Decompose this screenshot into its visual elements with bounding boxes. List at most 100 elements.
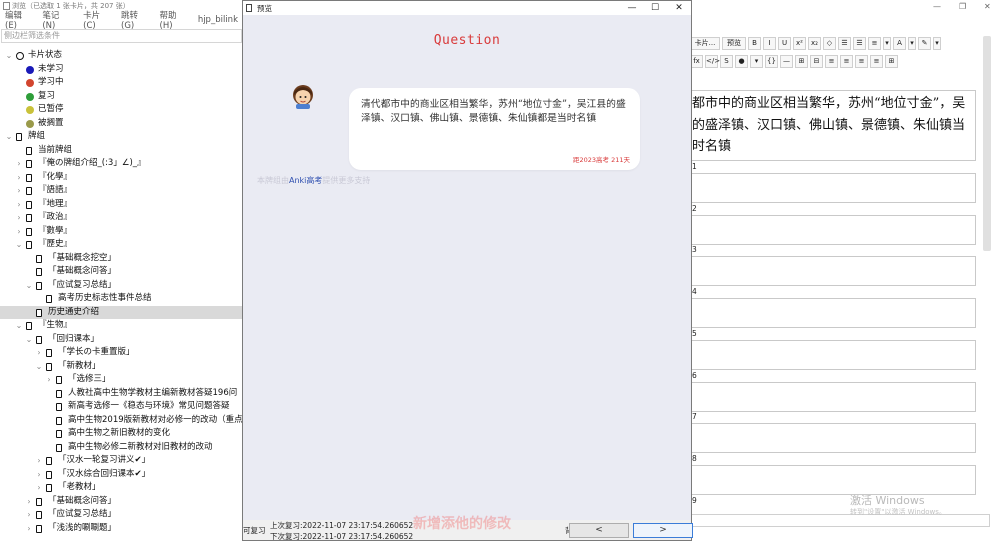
next-button[interactable]: > — [633, 523, 693, 538]
maximize-icon[interactable]: ☐ — [644, 2, 666, 14]
toolbar-button[interactable]: ≡ — [840, 55, 853, 68]
toolbar-button[interactable]: ≡ — [855, 55, 868, 68]
sidebar-item[interactable]: › 『地理』 — [0, 198, 243, 212]
chevron-down-icon[interactable]: ⌄ — [35, 360, 43, 374]
chevron-down-icon[interactable]: ⌄ — [15, 238, 23, 252]
field-input[interactable] — [690, 256, 976, 287]
chevron-down-icon[interactable]: ⌄ — [25, 333, 33, 347]
toolbar-button[interactable]: ◇ — [823, 37, 836, 50]
toolbar-button[interactable]: A — [893, 37, 906, 50]
toolbar-button[interactable]: </> — [705, 55, 720, 68]
sidebar-item[interactable]: 「基础概念挖空」 — [0, 252, 243, 266]
chevron-right-icon[interactable]: › — [35, 346, 43, 360]
sidebar-item[interactable]: › 『俺の牌组介绍_(:3」∠)_』 — [0, 157, 243, 171]
sidebar-item[interactable]: 高中生物之新旧教材的变化 — [0, 427, 243, 441]
toolbar-button[interactable]: x² — [793, 37, 806, 50]
sidebar-item[interactable]: 当前牌组 — [0, 144, 243, 158]
chevron-right-icon[interactable]: › — [15, 198, 23, 212]
sidebar-item[interactable]: › 『數學』 — [0, 225, 243, 239]
menu-item[interactable]: 卡片(C) — [78, 9, 116, 31]
sidebar-item[interactable]: ⌄ 『生物』 — [0, 319, 243, 333]
close-icon[interactable]: ✕ — [984, 2, 991, 11]
chevron-right-icon[interactable]: › — [35, 468, 43, 482]
sidebar-item[interactable]: › 『化學』 — [0, 171, 243, 185]
sidebar-item[interactable]: 高考历史标志性事件总结 — [0, 292, 243, 306]
minimize-icon[interactable]: — — [621, 2, 643, 14]
chevron-right-icon[interactable]: › — [25, 495, 33, 509]
toolbar-button[interactable]: ● — [735, 55, 748, 68]
toolbar-button[interactable]: ✎ — [918, 37, 931, 50]
chevron-right-icon[interactable]: › — [35, 481, 43, 495]
chevron-down-icon[interactable]: ⌄ — [15, 319, 23, 333]
chevron-right-icon[interactable]: › — [45, 373, 53, 387]
menu-item[interactable]: hjp_bilink — [193, 15, 243, 25]
chevron-right-icon[interactable]: › — [15, 225, 23, 239]
toolbar-button[interactable]: ▾ — [908, 37, 916, 50]
chevron-down-icon[interactable]: ⌄ — [5, 130, 13, 144]
toolbar-button[interactable]: ▾ — [883, 37, 891, 50]
toolbar-button[interactable]: B — [748, 37, 761, 50]
sidebar-item[interactable]: 复习 — [0, 90, 243, 104]
menu-item[interactable]: 笔记 (N) — [37, 9, 78, 31]
sidebar-item[interactable]: ⌄ 卡片状态 — [0, 49, 243, 63]
toolbar-button[interactable]: ⊞ — [795, 55, 808, 68]
chevron-right-icon[interactable]: › — [15, 184, 23, 198]
toolbar-button[interactable]: {} — [765, 55, 778, 68]
menu-item[interactable]: 帮助(H) — [155, 9, 193, 31]
toolbar-button[interactable]: — — [780, 55, 793, 68]
field-input[interactable] — [690, 214, 976, 245]
sidebar-item[interactable]: › 「基础概念问答」 — [0, 495, 243, 509]
sidebar-item[interactable]: 新高考选修一《稳态与环境》常见问题答疑 — [0, 400, 243, 414]
sidebar-item[interactable]: 「基础概念问答」 — [0, 265, 243, 279]
field-input[interactable] — [690, 464, 976, 495]
chevron-right-icon[interactable]: › — [15, 157, 23, 171]
editor-scrollbar[interactable] — [983, 36, 991, 251]
chevron-right-icon[interactable]: › — [25, 522, 33, 536]
sidebar-item[interactable]: › 「学长の卡重置版」 — [0, 346, 243, 360]
sidebar-item[interactable]: 学习中 — [0, 76, 243, 90]
sidebar-item[interactable]: › 『政治』 — [0, 211, 243, 225]
sidebar-item[interactable]: ⌄ 「应试复习总结」 — [0, 279, 243, 293]
toolbar-button[interactable]: U — [778, 37, 791, 50]
previous-button[interactable]: < — [569, 523, 629, 538]
toolbar-button[interactable]: ⊞ — [885, 55, 898, 68]
sidebar-item[interactable]: 已暂停 — [0, 103, 243, 117]
field-input[interactable] — [690, 423, 976, 454]
chevron-right-icon[interactable]: › — [35, 454, 43, 468]
sidebar-item[interactable]: 高中生物必修二新教材对旧教材的改动 — [0, 441, 243, 455]
chevron-right-icon[interactable]: › — [15, 171, 23, 185]
sidebar-item[interactable]: 未学习 — [0, 63, 243, 77]
toolbar-button[interactable]: ⊟ — [810, 55, 823, 68]
sidebar-item[interactable]: ⌄ 牌组 — [0, 130, 243, 144]
sidebar-item[interactable]: › 『語語』 — [0, 184, 243, 198]
toolbar-button[interactable]: I — [763, 37, 776, 50]
sidebar-item[interactable]: › 「浅浅的唰唰题」 — [0, 522, 243, 536]
sidebar-item[interactable]: › 「老教材」 — [0, 481, 243, 495]
sidebar-item[interactable]: › 「汉水综合回归课本✔」 — [0, 468, 243, 482]
sidebar-item[interactable]: › 「汉水一轮复习讲义✔」 — [0, 454, 243, 468]
sidebar-item[interactable]: 人教社高中生物学教材主编新教材答疑196问 — [0, 387, 243, 401]
menu-item[interactable]: 跳转(G) — [116, 9, 154, 31]
chevron-down-icon[interactable]: ⌄ — [25, 279, 33, 293]
toolbar-button[interactable]: ≡ — [825, 55, 838, 68]
toolbar-button[interactable]: ▾ — [933, 37, 941, 50]
chevron-right-icon[interactable]: › — [25, 508, 33, 522]
chevron-down-icon[interactable]: ⌄ — [5, 49, 13, 63]
chevron-right-icon[interactable]: › — [15, 211, 23, 225]
field-input[interactable] — [690, 173, 976, 203]
sidebar-item[interactable]: 历史通史介绍 — [0, 305, 243, 319]
sidebar-filter-input[interactable]: 侧边栏筛选条件 — [1, 29, 242, 43]
sidebar-item[interactable]: 被搁置 — [0, 117, 243, 131]
menu-item[interactable]: 编辑(E) — [0, 9, 37, 31]
field-input[interactable] — [690, 339, 976, 370]
sidebar-item[interactable]: › 「选修三」 — [0, 373, 243, 387]
toolbar-button[interactable]: 预览 — [722, 37, 746, 50]
sidebar-item[interactable]: 高中生物2019版新教材对必修一的改动（重点必 — [0, 414, 243, 428]
sidebar-item[interactable]: ⌄ 「回归课本」 — [0, 333, 243, 347]
sidebar-item[interactable]: › 「应试复习总结」 — [0, 508, 243, 522]
toolbar-button[interactable]: S — [720, 55, 733, 68]
anki-gaokao-link[interactable]: Anki高考 — [289, 176, 322, 185]
field-input[interactable] — [690, 381, 976, 412]
restore-icon[interactable]: ❐ — [959, 2, 966, 11]
toolbar-button[interactable]: ≡ — [868, 37, 881, 50]
